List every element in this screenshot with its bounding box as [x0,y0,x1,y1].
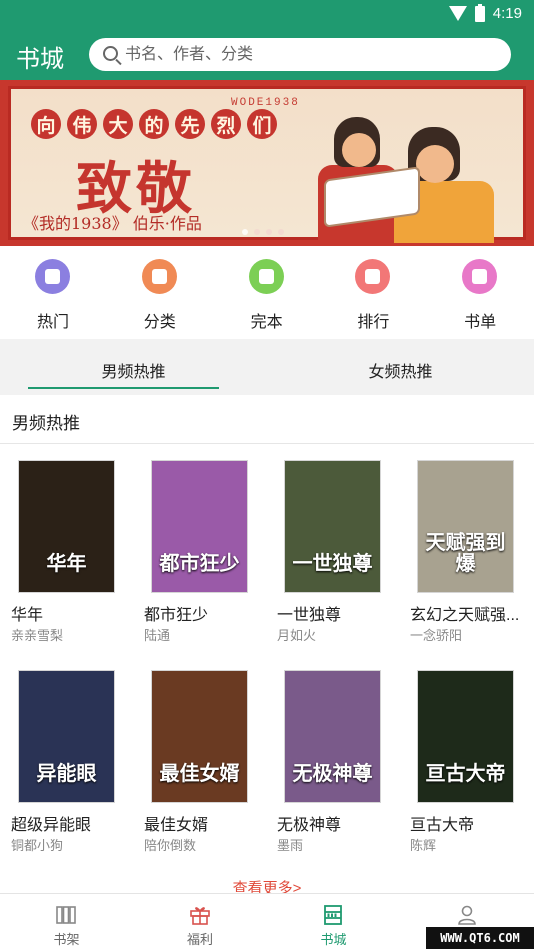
bookshelf-icon [56,906,76,924]
category-label: 书单 [464,314,497,331]
banner-headline-char: 们 [247,109,277,139]
banner-headline: 向 伟 大 的 先 烈 们 [31,109,277,139]
grid-icon [141,259,177,294]
wifi-icon [448,6,467,21]
nav-label: 书城 [320,932,347,947]
book-title: 都市狂少 [144,607,209,624]
banner-subtitle: 《我的1938》 伯乐·作品 [23,214,202,233]
pagination-dot[interactable] [278,229,284,235]
tab-female[interactable]: 女频热推 [267,339,534,395]
book-title: 亘古大帝 [410,817,475,834]
book-title: 无极神尊 [277,817,342,834]
nav-label: 福利 [186,932,213,947]
category-shortcuts: 热门 分类 完本 排行 书单 [0,246,534,339]
book-author: 月如火 [277,628,317,643]
status-bar: 4:19 [0,0,534,30]
book-cover[interactable]: 华年 [18,460,115,593]
cover-title: 异能眼 [36,761,97,785]
page-title: 书城 [16,46,64,73]
category-label: 分类 [143,314,176,331]
banner-pagination [242,229,284,235]
book-icon [248,259,284,294]
app-bar: 书城 [0,30,534,80]
book-title: 华年 [11,607,44,624]
pagination-dot[interactable] [266,229,272,235]
book-author: 墨雨 [277,838,304,853]
search-input[interactable] [125,38,495,71]
book-author: 一念骄阳 [410,628,463,643]
site-watermark: WWW.QT6.COM [426,927,534,949]
book-title: 玄幻之天赋强... [410,607,520,624]
tab-male[interactable]: 男频热推 [0,339,267,395]
category-label: 排行 [357,314,390,331]
book-cover[interactable]: 异能眼 [18,670,115,803]
book-cover[interactable]: 天赋强到爆 [417,460,514,593]
cover-title: 都市狂少 [159,551,240,575]
book-cover[interactable]: 最佳女婿 [151,670,248,803]
banner-headline-char: 伟 [67,109,97,139]
bookstore-icon [324,905,342,925]
book-author: 陆通 [144,628,171,643]
banner-headline-char: 向 [31,109,61,139]
category-finished[interactable]: 完本 [214,246,321,339]
cover-title: 一世独尊 [292,551,373,575]
cover-title: 无极神尊 [292,761,373,785]
trophy-icon [355,259,391,294]
category-hot[interactable]: 热门 [0,246,107,339]
book-title: 最佳女婿 [144,817,209,834]
status-time: 4:19 [492,5,522,22]
pagination-dot[interactable] [254,229,260,235]
banner-headline-char: 先 [175,109,205,139]
section-title: 男频热推 [12,414,80,433]
promo-banner[interactable]: WODE1938 向 伟 大 的 先 烈 们 致敬 《我的1938》 伯乐·作品 [0,80,534,246]
cover-title: 天赋强到爆 [425,530,506,575]
banner-headline-char: 烈 [211,109,241,139]
book-author: 陈辉 [410,838,437,853]
nav-bookstore[interactable]: 书城 [267,894,401,949]
book-title: 超级异能眼 [11,817,92,834]
cover-title: 最佳女婿 [159,761,240,785]
crown-icon [35,259,70,294]
nav-welfare[interactable]: 福利 [134,894,268,949]
book-cover[interactable]: 都市狂少 [151,460,248,593]
book-cover[interactable]: 无极神尊 [284,670,381,803]
profile-icon [457,905,476,925]
banner-illustration [298,99,523,243]
book-cover[interactable]: 一世独尊 [284,460,381,593]
pagination-dot[interactable] [242,229,248,235]
category-label: 完本 [250,314,283,331]
cover-title: 华年 [46,551,87,575]
cover-title: 亘古大帝 [425,761,506,785]
list-icon [462,259,498,294]
banner-headline-char: 大 [103,109,133,139]
battery-icon [474,3,485,22]
category-classify[interactable]: 分类 [107,246,214,339]
category-label: 热门 [36,314,69,331]
banner-headline-char: 的 [139,109,169,139]
book-author: 亲亲雪梨 [11,628,64,643]
category-ranking[interactable]: 排行 [320,246,427,339]
nav-label: 书架 [53,932,80,947]
nav-bookshelf[interactable]: 书架 [0,894,134,949]
recommend-tabs: 男频热推 女频热推 [0,339,534,395]
book-author: 铜都小狗 [11,838,64,853]
banner-top-text: WODE1938 [231,97,300,109]
search-box[interactable] [89,38,511,71]
divider [0,443,534,444]
book-cover[interactable]: 亘古大帝 [417,670,514,803]
gift-icon [189,907,210,925]
book-section: 男频热推 华年 华年 亲亲雪梨 都市狂少 都市狂少 陆通 一世独尊 一世独尊 月… [0,395,534,897]
search-icon [103,46,118,61]
book-author: 陪你倒数 [144,838,197,853]
book-title: 一世独尊 [277,607,342,624]
category-booklist[interactable]: 书单 [427,246,534,339]
